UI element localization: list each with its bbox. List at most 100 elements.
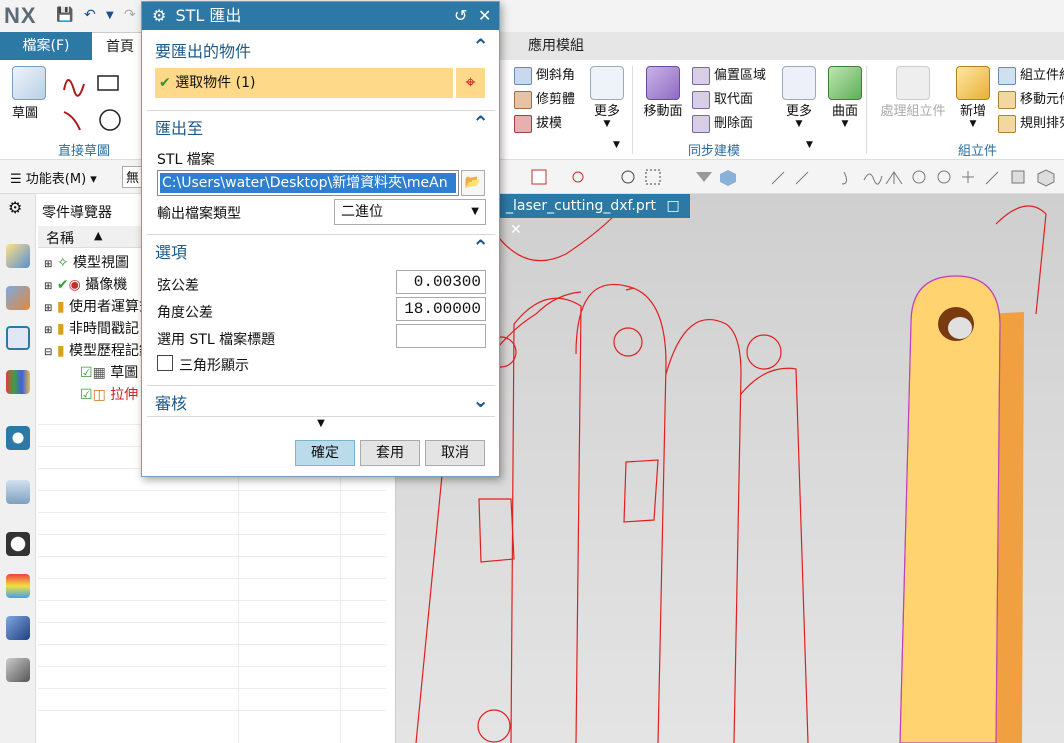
draft-button[interactable]: 拔模 (514, 112, 562, 133)
collapse-icon[interactable]: ⌃ (472, 235, 489, 259)
output-type-select[interactable]: 二進位 ▼ (334, 199, 486, 225)
assembly-navigator-icon[interactable] (6, 244, 30, 268)
stl-file-field[interactable]: C:\Users\water\Desktop\新增資料夾\meAn (157, 170, 459, 196)
sketch-button[interactable]: 草圖 (12, 66, 50, 121)
ok-button[interactable]: 確定 (295, 440, 355, 466)
sketch-hole (477, 709, 511, 743)
undo-dropdown-icon[interactable]: ▼ (106, 10, 114, 21)
folder-icon: ▮ (56, 321, 65, 337)
menu-button[interactable]: ☰ 功能表(M) ▾ (10, 168, 97, 187)
replace-face-button[interactable]: 取代面 (692, 88, 753, 109)
sketch-slot (665, 319, 742, 743)
more-button-1[interactable]: 更多 ▼ (590, 66, 624, 129)
apply-button[interactable]: 套用 (360, 440, 420, 466)
collapse-icon[interactable]: ⌃ (472, 34, 489, 58)
redo-icon[interactable]: ↷ (124, 7, 136, 23)
move-face-button[interactable]: 移動面 (642, 66, 684, 119)
document-tab-title: _laser_cutting_dxf.prt (506, 198, 656, 214)
new-component-icon (956, 66, 990, 100)
save-icon[interactable]: 💾 (56, 7, 73, 23)
web-browser-icon[interactable] (6, 426, 30, 450)
tree-item-cameras[interactable]: ⊞ ✔◉ 攝像機 (44, 274, 127, 294)
cancel-button[interactable]: 取消 (425, 440, 485, 466)
settings-icon[interactable]: ⚙ (8, 198, 22, 217)
direct-sketch-tools[interactable] (60, 66, 146, 136)
crosshair-select-icon[interactable]: ⌖ (455, 68, 485, 98)
tree-item-model-history[interactable]: ⊟ ▮ 模型歷程記錄 (44, 340, 153, 360)
section-options-header[interactable]: 選項 ⌃ (147, 234, 495, 262)
rule-arrange-button[interactable]: 規則排列 (998, 112, 1064, 133)
dropdown-icon[interactable]: ▼ (613, 140, 620, 150)
selection-filter-dropdown[interactable]: 無 (122, 166, 142, 188)
tab-file[interactable]: 檔案(F) (0, 32, 92, 60)
trim-body-button[interactable]: 修剪體 (514, 88, 575, 109)
stl-header-input[interactable] (396, 324, 486, 348)
angle-tolerance-input[interactable]: 18.00000 (396, 297, 486, 321)
tree-item-extrude[interactable]: ☑◫ 拉伸 (80, 384, 138, 404)
surface-button[interactable]: 曲面 ▼ (828, 66, 862, 129)
constraint-navigator-icon[interactable] (6, 286, 30, 310)
process-assembly-icon (896, 66, 930, 100)
part-navigator-icon[interactable] (6, 326, 30, 350)
column-name-header[interactable]: 名稱 (46, 228, 74, 248)
chamfer-button[interactable]: 倒斜角 (514, 64, 575, 85)
close-tab-icon[interactable]: ✕ (510, 222, 522, 238)
triangle-display-checkbox[interactable] (157, 355, 173, 371)
tree-item-sketch[interactable]: ☑▦ 草圖 (80, 362, 138, 382)
checkbox-icon: ☑ (80, 365, 93, 381)
new-component-button[interactable]: 新增 ▼ (956, 66, 990, 129)
select-objects-row[interactable]: ✔ 選取物件 (1) (155, 68, 453, 98)
dialog-title: STL 匯出 (175, 6, 242, 25)
grid-line (38, 622, 386, 623)
analysis-icon[interactable] (6, 616, 30, 640)
tab-app-modules[interactable]: 應用模組 (516, 32, 596, 60)
visualization-icon[interactable] (6, 574, 30, 598)
stl-file-path[interactable]: C:\Users\water\Desktop\新增資料夾\meAn (160, 173, 456, 193)
resource-bar: ⚙ (0, 194, 36, 743)
assembly-constraint-button[interactable]: 組立件約 (998, 64, 1064, 85)
tree-item-expressions[interactable]: ⊞ ▮ 使用者運算式 (44, 296, 153, 316)
quadrant-icon (937, 170, 951, 184)
dropdown-icon[interactable]: ▼ (806, 140, 813, 150)
trim-body-icon (514, 90, 532, 109)
chord-tolerance-input[interactable]: 0.00300 (396, 270, 486, 294)
browse-folder-icon[interactable]: 📂 (461, 170, 485, 196)
section-export-to-header[interactable]: 匯出至 ⌃ (147, 110, 495, 138)
more-options-icon[interactable]: ▼ (147, 416, 495, 430)
undo-icon[interactable]: ↶ (84, 7, 96, 23)
more-button-2[interactable]: 更多 ▼ (782, 66, 816, 129)
delete-face-button[interactable]: 刪除面 (692, 112, 753, 133)
check-icon: ✔ (159, 75, 171, 91)
reuse-library-icon[interactable] (6, 370, 30, 394)
collapse-icon[interactable]: ⌃ (472, 111, 489, 135)
dialog-title-bar[interactable]: ⚙ STL 匯出 (142, 2, 499, 30)
sketch-hole (613, 327, 643, 357)
circle-icon (99, 109, 121, 131)
draft-icon (514, 114, 532, 133)
history-icon[interactable] (6, 480, 30, 504)
section-review-header[interactable]: 審核 ⌄ (147, 385, 495, 413)
select-objects-label: 選取物件 (1) (175, 75, 256, 91)
checkbox-icon: ☑ (80, 387, 93, 403)
spline-icon (863, 173, 883, 185)
expand-icon[interactable]: ⌄ (472, 388, 489, 412)
clock-icon[interactable] (6, 532, 30, 556)
replace-face-icon (692, 90, 710, 109)
more-feature-icon (590, 66, 624, 100)
close-icon[interactable]: ✕ (478, 2, 491, 30)
angle-icon (885, 171, 903, 185)
selection-toolbar[interactable] (506, 166, 1064, 190)
nx-logo: NX (4, 3, 37, 28)
sketch-slot (575, 283, 667, 743)
maximize-icon[interactable]: □ (666, 198, 679, 214)
chevron-down-icon: ▼ (471, 206, 479, 217)
section-objects-header[interactable]: 要匯出的物件 ⌃ (147, 34, 495, 62)
move-component-button[interactable]: 移動元件 (998, 88, 1064, 109)
offset-region-button[interactable]: 偏置區域 (692, 64, 766, 85)
role-icon[interactable] (6, 658, 30, 682)
process-assembly-button[interactable]: 處理組立件 (878, 66, 948, 119)
sort-ascending-icon[interactable]: ▲ (94, 229, 102, 242)
tree-item-unused[interactable]: ⊞ ▮ 非時間戳記 (44, 318, 139, 338)
reset-icon[interactable]: ↺ (454, 2, 467, 30)
tree-item-model-views[interactable]: ⊞ ✧ 模型視圖 (44, 252, 129, 272)
